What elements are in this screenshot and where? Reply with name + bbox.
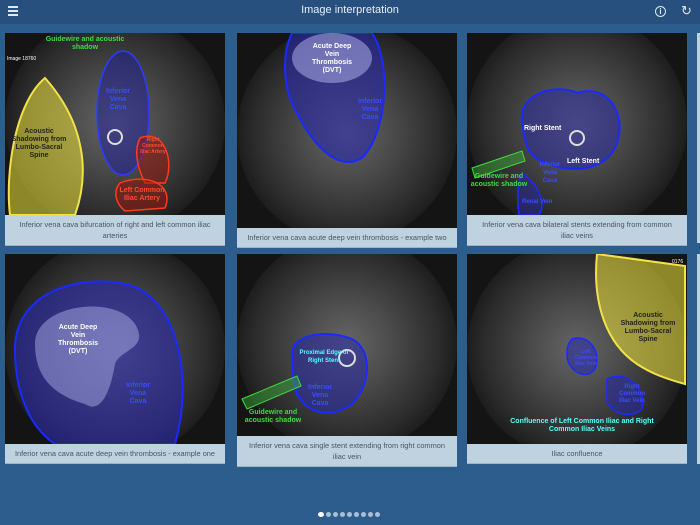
annotation-label: Image 18760 [7, 56, 37, 62]
annotation-label: Guidewire and acoustic shadow [244, 409, 302, 424]
refresh-icon[interactable]: ↻ [681, 3, 692, 19]
card-caption: Inferior vena cava single stent extendin… [237, 436, 457, 467]
annotation-label: Inferior Vena Cava [539, 162, 561, 184]
image-card[interactable]: Right Stent Left Stent Guidewire and aco… [467, 33, 687, 246]
annotation-label: Left Stent [567, 158, 600, 165]
annotation-label: Left Common Iliac Artery [119, 187, 165, 202]
card-caption: Inferior vena cava bilateral stents exte… [467, 215, 687, 246]
annotation-label: Inferior Vena Cava [307, 384, 333, 407]
annotation-label: Acoustic Shadowing from Lumbo-Sacral Spi… [11, 128, 67, 159]
annotation-overlay [13, 280, 184, 444]
info-icon[interactable]: i [655, 6, 666, 17]
annotation-label: Guidewire and acoustic shadow [45, 36, 125, 51]
image-card[interactable]: Proximal Edge of Right Stent Inferior Ve… [237, 254, 457, 467]
page-dot[interactable] [340, 512, 345, 517]
annotation-label: 0176 [672, 259, 684, 265]
card-caption: Inferior vena cava bifurcation of right … [5, 215, 225, 246]
image-card[interactable]: Guidewire and acoustic shadow Image 1876… [5, 33, 225, 246]
card-caption: Iliac confluence [467, 444, 687, 464]
annotation-label: Inferior Vena Cava [105, 88, 131, 111]
ultrasound-image: Right Stent Left Stent Guidewire and aco… [467, 33, 687, 215]
annotation-label: Renal Vein [522, 199, 553, 205]
annotation-label: Acoustic Shadowing from Lumbo-Sacral Spi… [620, 312, 676, 343]
ultrasound-image: Acute Deep Vein Thrombosis (DVT) Inferio… [237, 33, 457, 228]
annotation-label: Right Stent [524, 125, 562, 132]
annotation-label: Confluence of Left Common Iliac and Righ… [510, 418, 654, 433]
image-card[interactable]: Acute Deep Vein Thrombosis (DVT) Inferio… [237, 33, 457, 248]
ultrasound-image: Guidewire and acoustic shadow Image 1876… [5, 33, 225, 215]
annotation-label: Right Common Iliac Vein [619, 384, 645, 404]
header-bar: Image interpretation i ↻ [0, 0, 700, 24]
page-dot[interactable] [347, 512, 352, 517]
card-caption: Inferior vena cava acute deep vein throm… [237, 228, 457, 248]
annotation-label: Left Common Iliac Vein [575, 349, 597, 367]
page-dot[interactable] [326, 512, 331, 517]
card-caption: Inferior vena cava acute deep vein throm… [5, 444, 225, 464]
pagination-dots [318, 512, 380, 517]
ultrasound-image: 0176 Acoustic Shadowing from Lumbo-Sacra… [467, 254, 687, 444]
page-title: Image interpretation [301, 4, 399, 16]
page-dot[interactable] [375, 512, 380, 517]
page-dot[interactable] [318, 512, 324, 517]
annotation-label: Inferior Vena Cava [125, 382, 151, 405]
ultrasound-image: Proximal Edge of Right Stent Inferior Ve… [237, 254, 457, 436]
annotation-overlay [7, 50, 170, 215]
page-dot[interactable] [333, 512, 338, 517]
ultrasound-image: Acute Deep Vein Thrombosis (DVT) Inferio… [5, 254, 225, 444]
page-dot[interactable] [361, 512, 366, 517]
page-dot[interactable] [354, 512, 359, 517]
annotation-label: Guidewire and acoustic shadow [470, 173, 528, 188]
image-card[interactable]: Acute Deep Vein Thrombosis (DVT) Inferio… [5, 254, 225, 464]
image-card[interactable]: 0176 Acoustic Shadowing from Lumbo-Sacra… [467, 254, 687, 464]
annotation-label: Proximal Edge of Right Stent [299, 350, 349, 364]
page-dot[interactable] [368, 512, 373, 517]
annotation-label: Inferior Vena Cava [357, 98, 383, 121]
annotation-label: Acute Deep Vein Thrombosis (DVT) [311, 43, 353, 74]
annotation-label: Acute Deep Vein Thrombosis (DVT) [57, 324, 99, 355]
annotation-label: Right Common Iliac Artery [140, 137, 166, 155]
